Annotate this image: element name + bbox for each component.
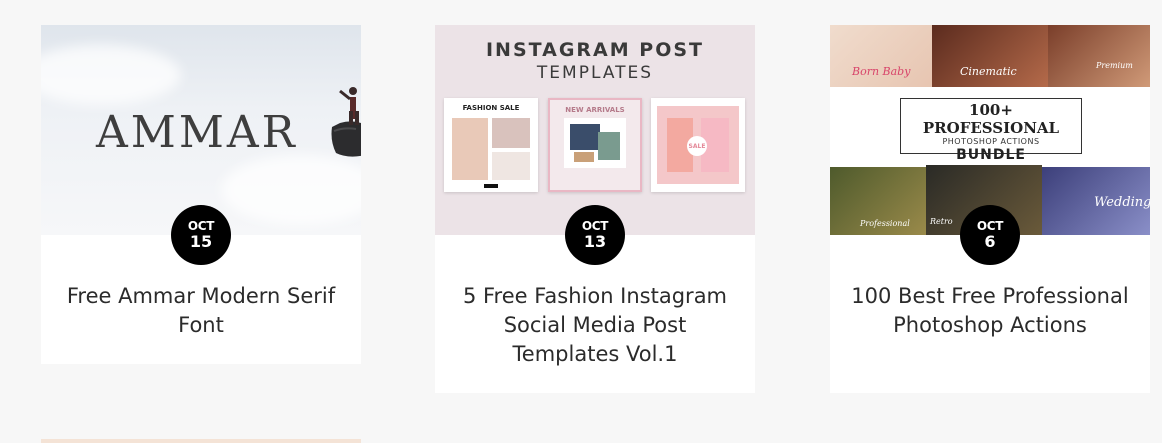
photo-block: SALE [657, 106, 739, 184]
post-title-link[interactable]: 100 Best Free Professional Photoshop Act… [850, 282, 1130, 340]
template-preview-new-arrivals: NEW ARRIVALS [548, 98, 642, 192]
preview-tile: Professional [830, 167, 926, 235]
cloud-shape [41, 45, 181, 105]
date-badge: OCT 15 [171, 205, 231, 265]
date-badge: OCT 13 [565, 205, 625, 265]
preview-tile: Wedding [1042, 167, 1150, 235]
template-preview-fashion-sale: FASHION SALE [444, 98, 538, 192]
sale-sticker: SALE [687, 136, 707, 156]
bundle-line-1: 100+ PROFESSIONAL [922, 101, 1060, 137]
photo-frame [564, 118, 626, 168]
post-card[interactable]: AMMAR OCT 15 Free Ammar Modern Serif Fon… [41, 25, 361, 364]
post-thumbnail[interactable]: AMMAR [41, 25, 361, 235]
tile-label: Born Baby [852, 65, 911, 78]
post-card[interactable]: Born Baby Cinematic Premium 100+ PROFESS… [830, 25, 1150, 393]
template-label: NEW ARRIVALS [565, 106, 625, 114]
date-day: 6 [984, 231, 996, 251]
post-title-link[interactable]: 5 Free Fashion Instagram Social Media Po… [455, 282, 735, 369]
post-thumbnail[interactable]: Born Baby Cinematic Premium 100+ PROFESS… [830, 25, 1150, 235]
tile-label: Cinematic [960, 65, 1017, 78]
tile-label: Wedding [1094, 195, 1150, 210]
post-card[interactable]: INSTAGRAM POST TEMPLATES FASHION SALE NE… [435, 25, 755, 393]
post-thumbnail[interactable]: INSTAGRAM POST TEMPLATES FASHION SALE NE… [435, 25, 755, 235]
photo-block [452, 118, 488, 180]
thumbnail-wordmark: AMMAR [96, 107, 298, 158]
preview-tile: Cinematic [932, 25, 1048, 87]
photo-block [574, 152, 594, 162]
thumbnail-subheading: TEMPLATES [536, 63, 654, 83]
date-day: 13 [583, 231, 607, 251]
date-badge: OCT 6 [960, 205, 1020, 265]
tile-label: Retro [930, 217, 953, 226]
tile-label: Premium [1096, 61, 1133, 70]
preview-tile: Born Baby [830, 25, 932, 87]
bundle-title-box: 100+ PROFESSIONAL PHOTOSHOP ACTIONS BUND… [900, 98, 1082, 163]
photo-block [598, 132, 620, 160]
next-post-card-edge[interactable] [41, 439, 361, 443]
date-month: OCT [976, 218, 1004, 233]
template-preview-sale: SALE [651, 98, 745, 192]
post-title-link[interactable]: Free Ammar Modern Serif Font [61, 282, 341, 340]
bundle-line-3: BUNDLE [956, 147, 1026, 163]
photo-block [492, 152, 530, 180]
template-label: FASHION SALE [462, 104, 520, 112]
cta-bar [484, 184, 498, 188]
photo-block [570, 124, 600, 150]
preview-tile: Premium [1048, 25, 1150, 87]
climber-on-rock-illustration [331, 87, 361, 157]
photo-block [492, 118, 530, 148]
date-month: OCT [187, 218, 215, 233]
tile-label: Professional [860, 219, 910, 228]
date-day: 15 [189, 231, 213, 251]
bundle-line-2: PHOTOSHOP ACTIONS [942, 137, 1040, 146]
date-month: OCT [581, 218, 609, 233]
thumbnail-heading: INSTAGRAM POST [485, 39, 705, 61]
